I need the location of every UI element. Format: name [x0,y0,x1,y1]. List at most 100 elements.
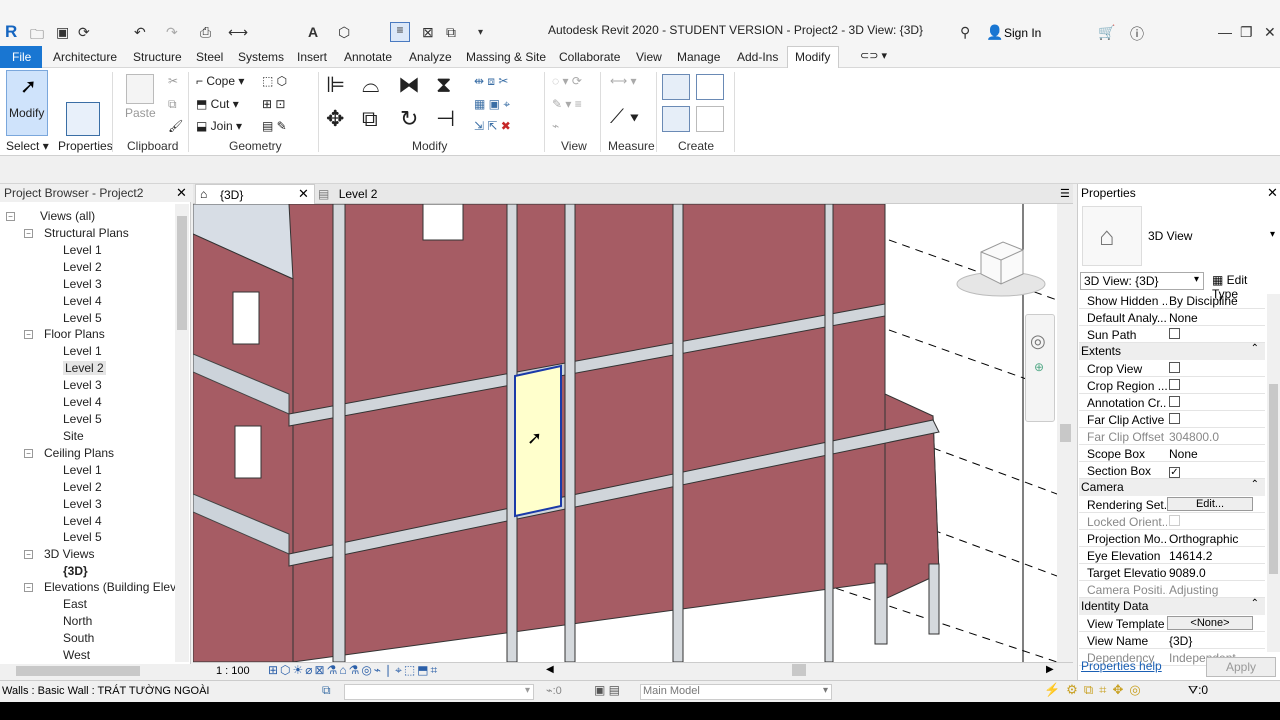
property-row[interactable]: Show Hidden ... By Discipline [1079,292,1265,309]
tab-view[interactable]: View [636,50,662,64]
scale-icon[interactable]: ⇲ ⇱ ✖ [474,119,511,133]
redo-icon[interactable]: ↷ [166,24,178,41]
override-graphics-icon[interactable]: ✎ ▾ ≡ [552,97,582,111]
property-checkbox[interactable] [1169,328,1180,339]
browser-item[interactable]: Level 1 [63,243,102,257]
building-model[interactable]: ➚ [193,204,1057,662]
3d-view-icon[interactable]: ⬡ [338,24,350,41]
text-icon[interactable]: A [308,24,318,40]
pb-vscroll[interactable] [175,204,189,662]
property-row[interactable]: Far Clip Active [1079,411,1265,428]
properties-close-icon[interactable]: ✕ [1267,185,1278,201]
browser-item[interactable]: Level 5 [63,311,102,325]
design-options-icon[interactable]: ▣ ▤ [594,683,620,697]
browser-item[interactable]: South [63,631,94,645]
browser-item[interactable]: Ceiling Plans [44,446,114,460]
copy-clipboard-icon[interactable]: ⧉ [168,97,177,112]
selection-settings-icons[interactable]: ⚡⚙⧉⌗✥◎ [1044,682,1147,698]
h-scroll-left-icon[interactable]: ◀ [546,664,554,675]
property-section-header[interactable]: Identity Data ⌃ [1079,598,1265,615]
tab-add-ins[interactable]: Add-Ins [737,50,778,64]
property-row[interactable]: Scope Box None [1079,445,1265,462]
linework-icon[interactable]: ⌁ [552,119,559,133]
type-dropdown-icon[interactable]: ▾ [1270,229,1275,240]
browser-item[interactable]: Level 1 [63,463,102,477]
thin-lines-icon[interactable]: ≡ [390,22,410,42]
geometry-tools-icon[interactable]: ⬚ ⬡ [262,74,287,88]
offset-icon[interactable]: ⌓ [362,72,379,98]
property-row[interactable]: Locked Orient... [1079,513,1265,530]
property-row[interactable]: Crop View [1079,360,1265,377]
browser-item[interactable]: Elevations (Building Elevat [44,580,186,594]
browser-item[interactable]: Level 3 [63,277,102,291]
property-row[interactable]: View Template <None> [1079,615,1265,632]
browser-item[interactable]: North [63,614,92,628]
delete-icon[interactable]: ✖ [501,119,511,133]
property-row[interactable]: Eye Elevation 14614.2 [1079,547,1265,564]
tab-collaborate[interactable]: Collaborate [559,50,620,64]
property-row[interactable]: Section Box ✓ [1079,462,1265,479]
property-checkbox[interactable]: ✓ [1169,467,1180,478]
editable-only-icon[interactable]: ⌁:0 [546,684,562,697]
tree-collapse-toggle[interactable]: − [24,583,33,592]
tree-collapse-toggle[interactable]: − [6,212,15,221]
help-icon[interactable]: ⓘ [1130,24,1144,44]
worksharing-icon[interactable]: ⧉ [322,683,331,698]
tab-analyze[interactable]: Analyze [409,50,452,64]
tab-architecture[interactable]: Architecture [53,50,117,64]
tab-steel[interactable]: Steel [196,50,223,64]
workset-dropdown[interactable]: ▾ [344,684,534,700]
tab-annotate[interactable]: Annotate [344,50,392,64]
tab-insert[interactable]: Insert [297,50,327,64]
align-icon[interactable]: ⊫ [326,72,345,98]
browser-item[interactable]: West [63,648,90,662]
copy-icon[interactable]: ⧉ [362,106,378,132]
tab-file[interactable]: File [0,46,42,68]
create-parts-icon[interactable] [696,74,724,100]
property-button[interactable]: <None> [1167,616,1253,630]
property-checkbox[interactable] [1169,515,1180,526]
revit-logo-icon[interactable]: R [5,22,17,42]
browser-item[interactable]: Level 2 [63,480,102,494]
property-section-header[interactable]: Camera ⌃ [1079,479,1265,496]
browser-item[interactable]: Level 4 [63,294,102,308]
pb-hscroll[interactable] [0,664,191,678]
property-row[interactable]: Target Elevation 9089.0 [1079,564,1265,581]
create-similar-icon[interactable] [696,106,724,132]
open-icon[interactable]: 🗀 [30,24,44,48]
sign-in-link[interactable]: Sign In [1004,26,1041,40]
design-option-dropdown[interactable]: Main Model ▾ [640,684,832,700]
property-row[interactable]: Default Analy... None [1079,309,1265,326]
property-row[interactable]: Camera Positi... Adjusting [1079,581,1265,598]
trim-extend-icon[interactable]: ⊣ [436,106,455,132]
undo-icon[interactable]: ↶ [134,24,146,41]
dimension-icon[interactable]: ⟋ ▾ [610,106,639,129]
cart-icon[interactable]: 🛒 [1098,24,1115,41]
props-vscroll[interactable] [1267,294,1280,652]
viewport-vscroll[interactable] [1058,204,1073,662]
tab-manage[interactable]: Manage [677,50,720,64]
save-icon[interactable]: ▣ [56,24,69,41]
tab-3d-close-icon[interactable]: ✕ [298,186,309,202]
browser-item[interactable]: Floor Plans [44,327,105,341]
browser-item[interactable]: 3D Views [44,547,94,561]
project-browser-close-icon[interactable]: ✕ [176,185,187,201]
browser-item-selected[interactable]: Level 2 [63,361,106,375]
browser-item[interactable]: Level 3 [63,497,102,511]
property-row[interactable]: View Name {3D} [1079,632,1265,649]
browser-item[interactable]: East [63,597,87,611]
navigation-bar[interactable]: ◎ ⊕ [1025,314,1055,422]
measure-distance-icon[interactable]: ⟷ ▾ [610,74,637,88]
tree-collapse-toggle[interactable]: − [24,550,33,559]
tab-massing-site[interactable]: Massing & Site [466,50,546,64]
select-dropdown[interactable]: Select ▾ [6,139,49,153]
property-row[interactable]: Annotation Cr... [1079,394,1265,411]
minimize-icon[interactable]: — [1218,24,1232,40]
tab-list-menu-icon[interactable]: ☰ [1060,187,1070,200]
instance-selector[interactable]: 3D View: {3D} ▾ [1080,272,1204,290]
main-wall[interactable] [288,204,940,662]
view-scale[interactable]: 1 : 100 [216,665,250,677]
edit-type-button[interactable]: ▦ Edit Type [1210,272,1276,301]
close-hidden-icon[interactable]: ⊠ [422,24,434,41]
tree-collapse-toggle[interactable]: − [24,229,33,238]
